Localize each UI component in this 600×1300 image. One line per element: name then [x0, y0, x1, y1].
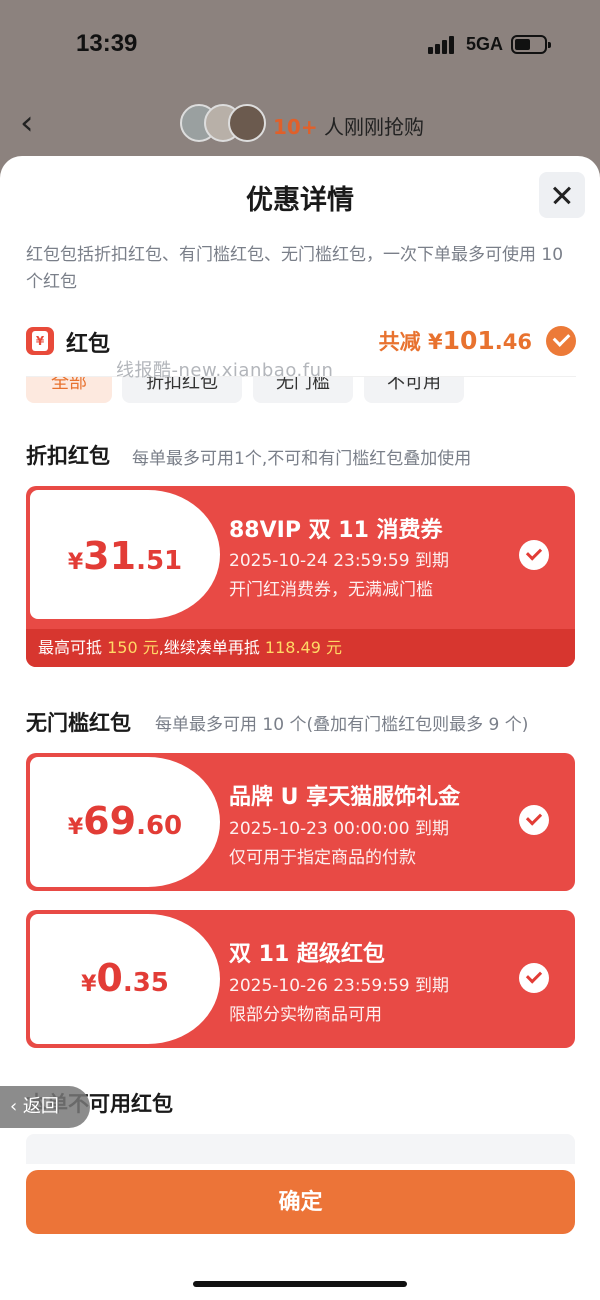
coupon-rule: 限部分实物商品可用: [229, 1005, 382, 1025]
coupon-footer: 最高可抵 150 元,继续凑单再抵 118.49 元: [26, 629, 575, 667]
battery-icon: [511, 35, 551, 54]
coupon-amount: ¥69.60: [67, 799, 183, 843]
coupon-amount: ¥31.51: [67, 534, 183, 578]
total-check-icon[interactable]: [546, 326, 576, 356]
total-prefix: 共减 ¥: [378, 330, 443, 354]
no-threshold-section-note: 每单最多可用 10 个(叠加有门槛红包则最多 9 个): [155, 715, 529, 735]
back-arrow-icon[interactable]: ‹: [20, 106, 50, 140]
coupon-amount-panel: ¥0.35: [30, 914, 220, 1044]
coupon-card[interactable]: ¥69.60 品牌 U 享天猫服饰礼金 2025-10-23 00:00:00 …: [26, 753, 575, 891]
redpacket-icon: [26, 327, 54, 355]
confirm-button[interactable]: 确定: [26, 1170, 575, 1234]
discount-section-note: 每单最多可用1个,不可和有门槛红包叠加使用: [132, 449, 472, 469]
coupon-card[interactable]: ¥31.51 88VIP 双 11 消费券 2025-10-24 23:59:5…: [26, 486, 575, 667]
total-dec: .46: [494, 330, 532, 354]
coupon-check-icon[interactable]: [519, 540, 549, 570]
recent-buyers-text: 10+ 人刚刚抢购: [273, 111, 424, 140]
redpacket-description: 红包包括折扣红包、有门槛红包、无门槛红包，一次下单最多可使用 10 个红包: [26, 245, 564, 292]
avatar: [228, 104, 266, 142]
coupon-amount-panel: ¥31.51: [30, 490, 220, 619]
discount-section-title: 折扣红包: [26, 444, 110, 468]
no-threshold-section-title: 无门槛红包: [26, 711, 131, 735]
coupon-expire: 2025-10-23 00:00:00 到期: [229, 819, 449, 839]
network-type: 5GA: [466, 34, 504, 54]
tab-all[interactable]: 全部: [26, 377, 112, 403]
tab-unavailable[interactable]: 不可用: [364, 377, 464, 403]
watermark: 线报酷-new.xianbao.fun: [116, 360, 334, 381]
close-button[interactable]: [539, 172, 585, 218]
coupon-check-icon[interactable]: [519, 963, 549, 993]
coupon-name: 品牌 U 享天猫服饰礼金: [229, 785, 461, 810]
coupon-rule: 开门红消费券，无满减门槛: [229, 580, 433, 600]
buyers-count: 10+: [273, 115, 318, 139]
back-label: 返回: [22, 1096, 59, 1117]
coupon-card[interactable]: ¥0.35 双 11 超级红包 2025-10-26 23:59:59 到期 限…: [26, 910, 575, 1048]
unavailable-list-placeholder: [26, 1134, 575, 1164]
signal-icon: [428, 36, 458, 54]
coupon-name: 双 11 超级红包: [229, 942, 385, 967]
sheet-title: 优惠详情: [246, 185, 354, 216]
status-time: 13:39: [76, 30, 138, 57]
coupon-rule: 仅可用于指定商品的付款: [229, 848, 416, 868]
background-page-header: 13:39 5GA ‹ 10+ 人刚刚抢购: [0, 0, 600, 170]
coupon-name: 88VIP 双 11 消费券: [229, 518, 443, 543]
buyer-avatars: [180, 104, 270, 142]
coupon-amount-panel: ¥69.60: [30, 757, 220, 887]
total-int: 101: [442, 326, 495, 355]
discount-details-sheet: 优惠详情 红包包括折扣红包、有门槛红包、无门槛红包，一次下单最多可使用 10 个…: [0, 156, 600, 1300]
total-discount: 共减 ¥101.46: [379, 326, 532, 356]
redpacket-total-row: 红包 共减 ¥101.46: [26, 324, 576, 360]
coupon-check-icon[interactable]: [519, 805, 549, 835]
coupon-expire: 2025-10-24 23:59:59 到期: [229, 551, 449, 571]
coupon-expire: 2025-10-26 23:59:59 到期: [229, 976, 449, 996]
redpacket-label: 红包: [66, 332, 111, 357]
back-button[interactable]: ‹ 返回: [0, 1086, 90, 1128]
home-indicator: [193, 1281, 407, 1287]
coupon-amount: ¥0.35: [81, 956, 169, 1000]
buyers-label: 人刚刚抢购: [323, 115, 424, 139]
